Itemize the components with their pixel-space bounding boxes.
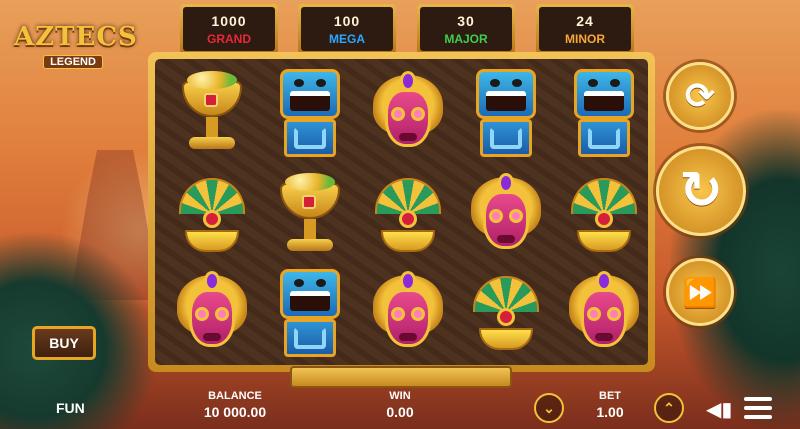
jackpot-mega: 100 MEGA bbox=[298, 4, 396, 54]
blue-mask-symbol bbox=[461, 65, 551, 163]
bet-value: 1.00 bbox=[596, 404, 624, 420]
jackpot-major-label: MAJOR bbox=[444, 32, 488, 46]
menu-button[interactable] bbox=[744, 397, 772, 423]
jackpot-mega-value: 100 bbox=[333, 13, 361, 29]
win-display: WIN 0.00 bbox=[370, 390, 430, 420]
blue-mask-symbol bbox=[265, 65, 355, 163]
jackpot-major-value: 30 bbox=[457, 13, 475, 29]
balance-label: BALANCE bbox=[208, 390, 262, 402]
win-value: 0.00 bbox=[386, 404, 414, 420]
jackpot-minor-label: MINOR bbox=[565, 32, 605, 46]
win-label: WIN bbox=[389, 390, 411, 402]
chevron-down-icon: ⌄ bbox=[543, 399, 555, 416]
balance-value: 10 000.00 bbox=[203, 404, 267, 420]
bet-label: BET bbox=[599, 390, 621, 402]
pink-mask-symbol bbox=[167, 265, 257, 363]
reel-frame bbox=[148, 52, 655, 372]
fan-symbol bbox=[559, 167, 649, 265]
hamburger-icon bbox=[744, 397, 772, 401]
pink-mask-symbol bbox=[461, 167, 551, 265]
blue-mask-symbol bbox=[559, 65, 649, 163]
bet-decrease-button[interactable]: ⌄ bbox=[534, 393, 564, 423]
fan-symbol bbox=[167, 167, 257, 265]
chalice-symbol bbox=[265, 167, 355, 265]
spin-arrow-icon: ↻ bbox=[679, 161, 723, 221]
jackpot-grand: 1000 GRAND bbox=[180, 4, 278, 54]
blue-mask-symbol bbox=[265, 265, 355, 363]
fast-forward-icon: ⏩ bbox=[682, 275, 718, 309]
chevron-up-icon: ⌃ bbox=[663, 399, 675, 416]
game-logo: AZTECS LEGEND bbox=[14, 22, 138, 78]
pink-mask-symbol bbox=[363, 65, 453, 163]
jackpot-minor-value: 24 bbox=[576, 13, 594, 29]
autoplay-button[interactable]: ⟳ bbox=[666, 62, 734, 130]
fan-symbol bbox=[461, 265, 551, 363]
pink-mask-symbol bbox=[363, 265, 453, 363]
pink-mask-symbol bbox=[559, 265, 649, 363]
sound-button[interactable]: ◀▮ bbox=[706, 398, 732, 422]
refresh-icon: ⟳ bbox=[684, 75, 716, 117]
jackpot-minor: 24 MINOR bbox=[536, 4, 634, 54]
jackpot-grand-label: GRAND bbox=[207, 32, 251, 46]
reel-grid bbox=[155, 59, 648, 365]
mode-label: FUN bbox=[56, 400, 85, 416]
logo-title: AZTECS bbox=[14, 22, 138, 52]
jackpot-mega-label: MEGA bbox=[329, 32, 365, 46]
speaker-icon: ◀▮ bbox=[706, 399, 733, 421]
bet-increase-button[interactable]: ⌃ bbox=[654, 393, 684, 423]
logo-subtitle: LEGEND bbox=[43, 55, 103, 69]
fan-symbol bbox=[363, 167, 453, 265]
spin-button[interactable]: ↻ bbox=[656, 146, 746, 236]
chalice-symbol bbox=[167, 65, 257, 163]
buy-button[interactable]: BUY bbox=[32, 326, 96, 360]
jackpot-grand-value: 1000 bbox=[211, 13, 247, 29]
jackpot-major: 30 MAJOR bbox=[417, 4, 515, 54]
balance-display: BALANCE 10 000.00 bbox=[190, 390, 280, 420]
turbo-button[interactable]: ⏩ bbox=[666, 258, 734, 326]
bet-display: BET 1.00 bbox=[580, 390, 640, 420]
reel-frame-base bbox=[290, 366, 512, 388]
